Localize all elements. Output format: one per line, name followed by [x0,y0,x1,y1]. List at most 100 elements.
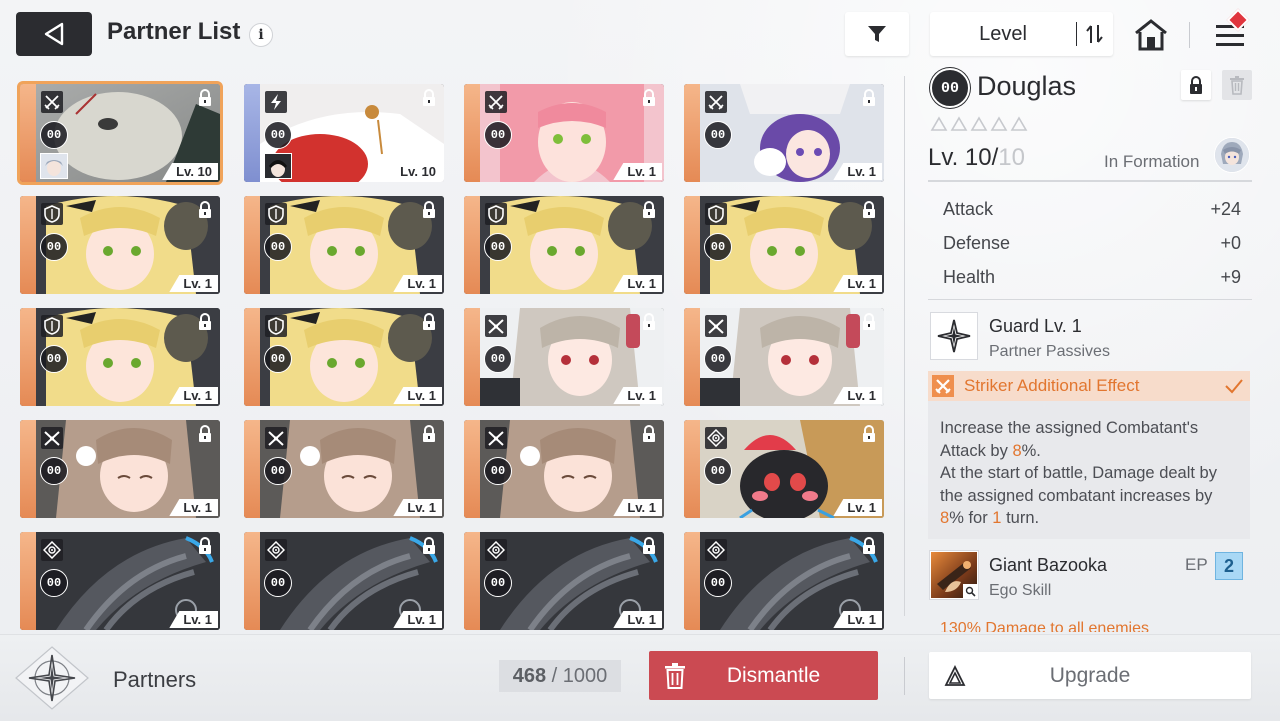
rank-badge: 00 [484,457,512,485]
rank-badge: 00 [484,345,512,373]
lock-icon[interactable] [420,537,438,555]
bottom-bar: Partners 468 / 1000 Dismantle Upgrade [0,634,1280,721]
lock-icon[interactable] [860,537,878,555]
lock-icon[interactable] [640,201,658,219]
ego-skill-subtitle: Ego Skill [989,582,1052,599]
lock-icon[interactable] [196,425,214,443]
assigned-combatant-avatar [264,153,292,179]
lock-icon[interactable] [640,313,658,331]
level-current: Lv. 10/ [928,144,999,171]
card-stripe [464,532,480,630]
lock-icon[interactable] [196,89,214,107]
card-stripe [684,532,700,630]
rank-badge: 00 [40,233,68,261]
lightning-role-icon [265,91,287,113]
home-button[interactable] [1130,14,1172,56]
formation-avatar[interactable] [1214,137,1250,173]
partner-card[interactable]: 00 Lv. 1 [684,308,884,406]
delete-button[interactable] [1222,70,1252,100]
crossed-role-icon [41,427,63,449]
lock-icon[interactable] [420,201,438,219]
lock-icon[interactable] [860,313,878,331]
partner-card[interactable]: 00 Lv. 1 [464,196,664,294]
partner-card[interactable]: 00 Lv. 1 [244,196,444,294]
crossed-role-icon [705,315,727,337]
stat-label: Health [943,267,996,287]
target-role-icon [265,539,287,561]
desc-line: the assigned combatant increases by [940,486,1213,505]
sort-label: Level [979,22,1027,45]
back-button[interactable] [16,12,92,56]
sort-dropdown[interactable]: Level [930,12,1113,56]
rank-badge: 00 [484,121,512,149]
partner-card[interactable]: 00 Lv. 1 [244,420,444,518]
lock-icon[interactable] [420,89,438,107]
rank-badge: 00 [264,457,292,485]
partner-card[interactable]: 00 Lv. 10 [244,84,444,182]
lock-icon[interactable] [420,425,438,443]
ep-label: EP [1185,555,1208,574]
trash-icon [1230,76,1244,95]
desc-line: At the start of battle, Damage dealt by [940,464,1217,482]
card-stripe [20,532,36,630]
star-rating [930,116,1030,132]
stats-divider [928,299,1252,300]
highlight-value: 8 [1012,441,1022,460]
partner-card[interactable]: 00 Lv. 1 [244,532,444,630]
rank-badge: 00 [704,569,732,597]
lock-icon[interactable] [420,313,438,331]
lock-icon[interactable] [196,313,214,331]
passive-skill-icon[interactable] [930,312,978,360]
partner-card[interactable]: 00 Lv. 1 [464,532,664,630]
lock-icon[interactable] [640,89,658,107]
partner-badge: 00 [930,68,970,108]
partner-card[interactable]: 00 Lv. 1 [464,420,664,518]
info-icon[interactable]: i [249,23,273,47]
striker-role-icon [41,91,63,113]
rank-badge: 00 [484,233,512,261]
dismantle-label: Dismantle [726,663,821,687]
lock-icon [1190,76,1202,94]
partner-card[interactable]: 00 Lv. 10 [17,81,223,185]
lock-icon[interactable] [196,537,214,555]
stat-label: Attack [943,199,994,219]
sort-order-toggle[interactable] [1077,12,1113,56]
card-stripe [464,84,480,182]
partners-emblem-icon [14,645,90,711]
back-arrow-icon [44,22,64,46]
card-stripe [244,84,260,182]
menu-button[interactable] [1208,8,1252,56]
lock-icon[interactable] [860,89,878,107]
rank-badge: 00 [264,569,292,597]
partner-card[interactable]: 00 Lv. 1 [464,84,664,182]
ego-skill-icon[interactable] [930,551,978,599]
lock-icon[interactable] [196,201,214,219]
highlight-value: 8 [940,509,950,527]
bottom-divider [904,657,905,695]
target-role-icon [705,539,727,561]
card-stripe [244,196,260,294]
striker-additional-effect[interactable]: Striker Additional Effect [928,371,1250,401]
partner-card[interactable]: 00 Lv. 1 [464,308,664,406]
partner-card[interactable]: 00 Lv. 1 [20,196,220,294]
dismantle-button[interactable]: Dismantle [649,651,878,700]
partner-card[interactable]: 00 Lv. 1 [684,84,884,182]
partner-card[interactable]: 00 Lv. 1 [20,308,220,406]
partner-card[interactable]: 00 Lv. 1 [20,420,220,518]
filter-button[interactable] [845,12,909,56]
target-role-icon [485,539,507,561]
partner-level: Lv. 10/10 [928,144,1025,172]
lock-icon[interactable] [860,201,878,219]
partner-card[interactable]: 00 Lv. 1 [684,420,884,518]
lock-icon[interactable] [860,425,878,443]
partner-card[interactable]: 00 Lv. 1 [20,532,220,630]
lock-icon[interactable] [640,425,658,443]
formation-label: In Formation [1104,152,1200,171]
upgrade-button[interactable]: Upgrade [929,652,1251,699]
lock-toggle-button[interactable] [1181,70,1211,100]
stat-value: +24 [1210,199,1241,219]
partner-card[interactable]: 00 Lv. 1 [684,532,884,630]
lock-icon[interactable] [640,537,658,555]
partner-card[interactable]: 00 Lv. 1 [684,196,884,294]
partner-card[interactable]: 00 Lv. 1 [244,308,444,406]
